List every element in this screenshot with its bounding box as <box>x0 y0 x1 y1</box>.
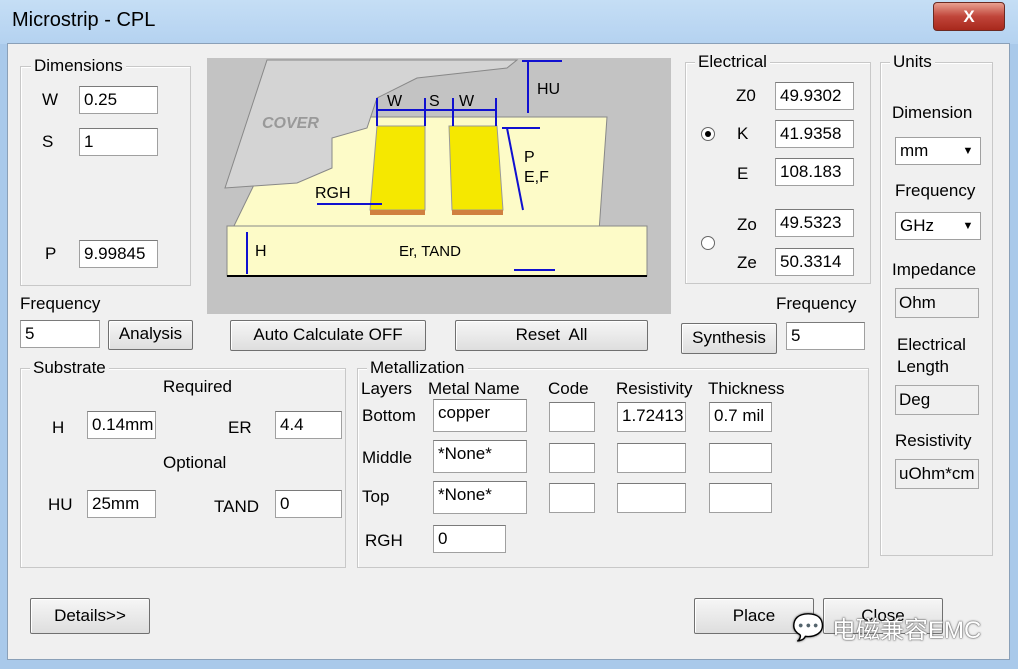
k-radio[interactable] <box>701 127 715 141</box>
electrical-length-unit-value: Deg <box>895 385 979 415</box>
h-input[interactable]: 0.14mm <box>87 411 156 439</box>
frequency-unit-select[interactable]: GHz ▼ <box>895 212 981 240</box>
analysis-button[interactable]: Analysis <box>108 320 193 350</box>
chevron-down-icon: ▼ <box>962 220 974 232</box>
p-label: P <box>45 244 57 263</box>
diagram-ef: E,F <box>524 169 549 186</box>
layer-label-bottom: Bottom <box>362 406 416 425</box>
impedance-unit-label: Impedance <box>892 260 977 279</box>
zo-input[interactable]: 49.5323 <box>775 209 854 237</box>
thickness-input-middle[interactable] <box>709 443 772 473</box>
dimensions-legend: Dimensions <box>31 56 126 76</box>
diagram-s: S <box>429 93 440 110</box>
substrate-legend: Substrate <box>30 358 109 378</box>
w-input[interactable]: 0.25 <box>79 86 158 114</box>
analysis-frequency-label: Frequency <box>20 294 101 313</box>
window-close-button[interactable]: X <box>933 2 1005 31</box>
diagram-h: H <box>255 243 267 260</box>
ze-label: Ze <box>737 253 757 272</box>
frequency-unit-value: GHz <box>900 216 934 235</box>
code-input-top[interactable] <box>549 483 595 513</box>
dimension-unit-value: mm <box>900 141 929 160</box>
auto-calculate-button[interactable]: Auto Calculate OFF <box>230 320 426 351</box>
code-input-middle[interactable] <box>549 443 595 473</box>
metal-name-input-top[interactable]: *None* <box>433 481 527 514</box>
frequency-unit-label: Frequency <box>895 181 976 200</box>
p-input[interactable]: 9.99845 <box>79 240 158 268</box>
k-label: K <box>737 124 749 143</box>
metal-name-input-middle[interactable]: *None* <box>433 440 527 473</box>
er-label: ER <box>228 418 252 437</box>
dimension-unit-label: Dimension <box>892 103 973 122</box>
rgh-input[interactable]: 0 <box>433 525 506 553</box>
resistivity-input-top[interactable] <box>617 483 686 513</box>
analysis-frequency-input[interactable]: 5 <box>20 320 100 348</box>
header-layers: Layers <box>361 379 413 398</box>
watermark: 电磁兼容EMC <box>832 617 982 644</box>
zo-ze-radio[interactable] <box>701 236 715 250</box>
z0-input[interactable]: 49.9302 <box>775 82 854 110</box>
ze-input[interactable]: 50.3314 <box>775 248 854 276</box>
chevron-down-icon: ▼ <box>962 145 974 157</box>
resistivity-input-bottom[interactable]: 1.72413 <box>617 402 686 432</box>
electrical-length-label: Electrical <box>897 335 966 354</box>
thickness-input-top[interactable] <box>709 483 772 513</box>
zo-label: Zo <box>737 215 757 234</box>
window-title: Microstrip - CPL <box>12 9 156 31</box>
synthesis-button[interactable]: Synthesis <box>681 323 777 354</box>
diagram-hu: HU <box>537 81 560 98</box>
electrical-length-label-2: Length <box>897 357 949 376</box>
resistivity-unit-value: uOhm*cm <box>895 459 979 489</box>
s-input[interactable]: 1 <box>79 128 158 156</box>
hu-label: HU <box>48 495 73 514</box>
optional-label: Optional <box>163 453 227 472</box>
tand-input[interactable]: 0 <box>275 490 342 518</box>
coupled-microstrip-diagram: COVER W S W HU P E,F RGH H Er, TAND <box>207 58 671 314</box>
header-code: Code <box>548 379 589 398</box>
required-label: Required <box>163 377 232 396</box>
e-label: E <box>737 164 749 183</box>
diagram-er-tand: Er, TAND <box>399 243 461 260</box>
layer-label-top: Top <box>362 487 390 506</box>
synthesis-frequency-label: Frequency <box>776 294 857 313</box>
units-legend: Units <box>890 52 935 72</box>
reset-all-button[interactable]: Reset All <box>455 320 648 351</box>
metallization-legend: Metallization <box>367 358 468 378</box>
header-resistivity: Resistivity <box>616 379 693 398</box>
s-label: S <box>42 132 54 151</box>
impedance-unit-value: Ohm <box>895 288 979 318</box>
k-input[interactable]: 41.9358 <box>775 120 854 148</box>
wechat-icon: 💬 <box>792 612 825 642</box>
header-metal-name: Metal Name <box>428 379 520 398</box>
layer-label-middle: Middle <box>362 448 413 467</box>
w-label: W <box>42 90 59 109</box>
code-input-bottom[interactable] <box>549 402 595 432</box>
tand-label: TAND <box>214 497 260 516</box>
z0-label: Z0 <box>736 86 756 105</box>
metal-name-input-bottom[interactable]: copper <box>433 399 527 432</box>
synthesis-frequency-input[interactable]: 5 <box>786 322 865 350</box>
er-input[interactable]: 4.4 <box>275 411 342 439</box>
hu-input[interactable]: 25mm <box>87 490 156 518</box>
details-button[interactable]: Details>> <box>30 598 150 634</box>
dimension-unit-select[interactable]: mm ▼ <box>895 137 981 165</box>
electrical-legend: Electrical <box>695 52 770 72</box>
rgh-label: RGH <box>365 531 403 550</box>
header-thickness: Thickness <box>708 379 785 398</box>
resistivity-unit-label: Resistivity <box>895 431 972 450</box>
h-label: H <box>52 418 65 437</box>
diagram-p: P <box>524 149 535 166</box>
thickness-input-bottom[interactable]: 0.7 mil <box>709 402 772 432</box>
diagram-w2: W <box>459 93 475 110</box>
resistivity-input-middle[interactable] <box>617 443 686 473</box>
e-input[interactable]: 108.183 <box>775 158 854 186</box>
diagram-rgh: RGH <box>315 185 351 202</box>
diagram-w1: W <box>387 93 403 110</box>
cover-label: COVER <box>262 115 319 132</box>
